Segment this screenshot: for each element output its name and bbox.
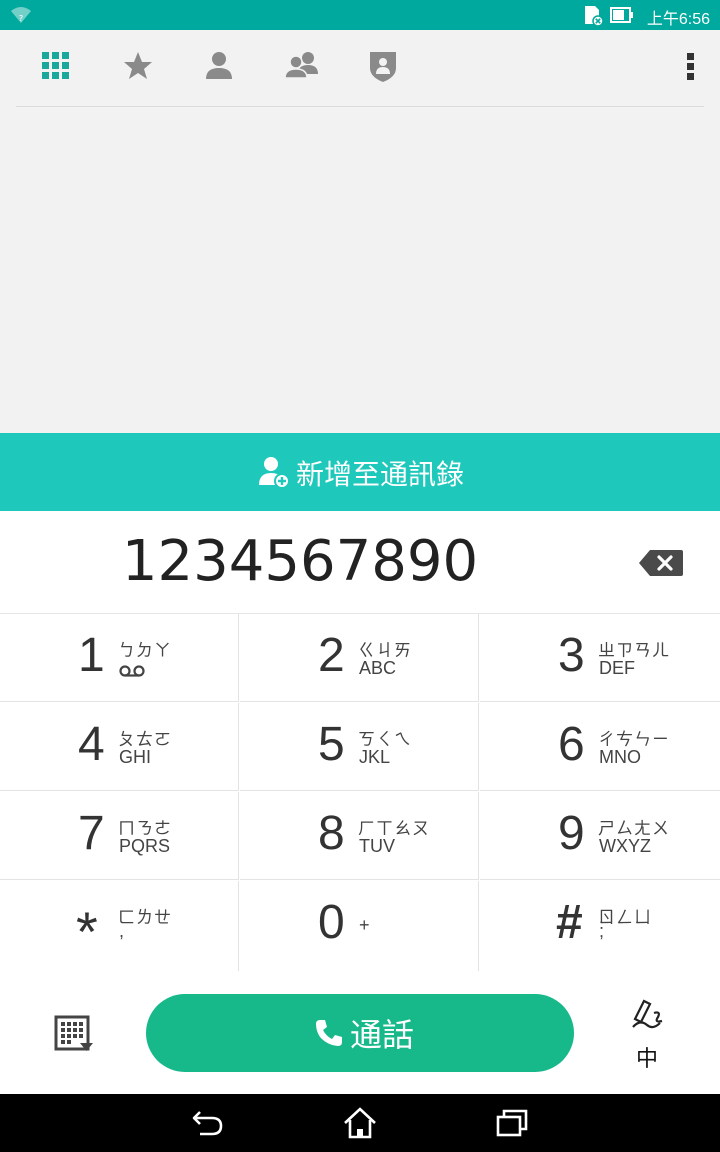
contact-person-icon[interactable]: [201, 48, 237, 84]
key-letters: TUV: [359, 836, 395, 856]
keypad: 1 ㄅㄉㄚ 2 ㄍㄐㄞ ABC 3 ㄓㄗㄢㄦ DEF 4 ㄆㄊㄛ GHI 5 ㄎ…: [0, 614, 720, 971]
key-9[interactable]: 9 ㄕㄙㄤㄨ WXYZ: [480, 792, 720, 880]
call-button-label: 通話: [350, 1016, 415, 1054]
bottom-actions: 通話 中: [0, 971, 720, 1094]
key-letters: MNO: [599, 747, 641, 767]
blocked-shield-icon[interactable]: [365, 48, 401, 84]
key-digit: #: [556, 896, 583, 949]
key-digit: 8: [318, 807, 345, 860]
key-letters: ABC: [359, 658, 397, 678]
key-star[interactable]: * ㄈㄌㄝ ,: [0, 881, 239, 971]
navigation-bar: [0, 1094, 720, 1152]
key-zhuyin: ㄖㄥㄩ: [598, 908, 652, 928]
key-letters: +: [359, 915, 370, 935]
status-time: 上午6:56: [646, 11, 710, 28]
key-letters: GHI: [119, 747, 152, 767]
key-letters: PQRS: [119, 836, 171, 856]
top-toolbar: [0, 30, 720, 106]
key-digit: 3: [558, 629, 585, 682]
key-digit: 5: [318, 718, 345, 771]
key-zhuyin: ㄈㄌㄝ: [118, 908, 172, 928]
add-to-contacts-button[interactable]: 新增至通訊錄: [0, 433, 720, 511]
key-6[interactable]: 6 ㄔㄘㄣㄧ MNO: [480, 703, 720, 791]
key-1[interactable]: 1 ㄅㄉㄚ: [0, 614, 239, 702]
key-digit: 1: [78, 629, 105, 682]
key-zhuyin: ㄅㄉㄚ: [118, 641, 172, 661]
key-digit: 2: [318, 629, 345, 682]
key-digit: 4: [78, 718, 105, 771]
dialed-number[interactable]: 1234567890: [0, 529, 600, 594]
handwriting-icon: [632, 999, 663, 1029]
key-2[interactable]: 2 ㄍㄐㄞ ABC: [240, 614, 479, 702]
battery-icon: [610, 7, 633, 23]
more-vert-icon[interactable]: [672, 48, 708, 84]
add-to-contacts-label: 新增至通訊錄: [296, 458, 465, 491]
groups-icon[interactable]: [282, 48, 318, 84]
key-digit: 0: [318, 896, 345, 949]
key-letters: ,: [119, 921, 125, 941]
backspace-icon[interactable]: [638, 549, 684, 577]
key-letters: DEF: [599, 658, 635, 678]
input-method-toggle[interactable]: 中: [628, 997, 668, 1072]
key-4[interactable]: 4 ㄆㄊㄛ GHI: [0, 703, 239, 791]
key-5[interactable]: 5 ㄎㄑㄟ JKL: [240, 703, 479, 791]
key-digit: 7: [78, 807, 105, 860]
key-letters: ;: [599, 921, 605, 941]
call-button[interactable]: 通話: [146, 994, 574, 1072]
key-0[interactable]: 0 +: [240, 881, 479, 971]
key-7[interactable]: 7 ㄇㄋㄜ PQRS: [0, 792, 239, 880]
back-icon[interactable]: [190, 1106, 226, 1140]
key-letters: WXYZ: [599, 836, 651, 856]
wifi-icon: ?: [11, 7, 31, 23]
key-hash[interactable]: # ㄖㄥㄩ ;: [480, 881, 720, 971]
status-bar: ? 上午6:56: [0, 0, 720, 30]
key-8[interactable]: 8 ㄏㄒㄠㄡ TUV: [240, 792, 479, 880]
ime-language-label: 中: [636, 1047, 659, 1072]
add-contact-icon: [259, 457, 290, 489]
recents-icon[interactable]: [494, 1106, 530, 1140]
sd-card-icon: [585, 6, 604, 27]
home-icon[interactable]: [342, 1106, 378, 1140]
dialpad-toggle-icon[interactable]: [54, 1015, 94, 1055]
key-3[interactable]: 3 ㄓㄗㄢㄦ DEF: [480, 614, 720, 702]
key-digit: 9: [558, 807, 585, 860]
dialpad-tab-icon[interactable]: [38, 48, 74, 84]
key-digit: *: [76, 900, 98, 963]
voicemail-icon: [119, 665, 145, 677]
key-letters: JKL: [359, 747, 391, 767]
svg-text:?: ?: [19, 14, 23, 23]
key-digit: 6: [558, 718, 585, 771]
favorites-star-icon[interactable]: [120, 48, 156, 84]
dial-number-row: 1234567890: [0, 511, 720, 614]
toolbar-divider: [16, 106, 704, 107]
phone-icon: [316, 1020, 342, 1046]
